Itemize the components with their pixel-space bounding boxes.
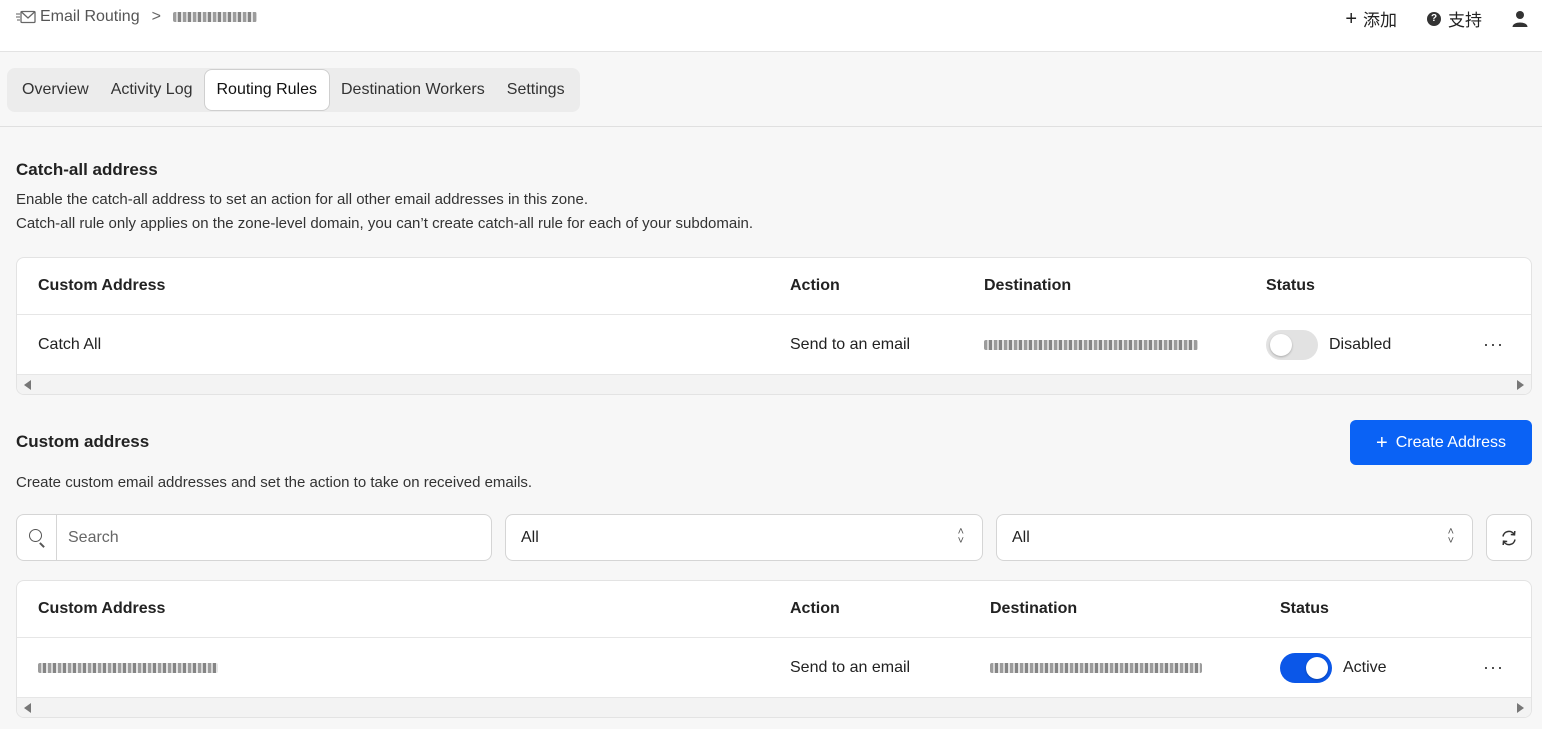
search-input[interactable]	[57, 528, 477, 547]
catch-all-table: Custom Address Action Destination Status…	[16, 257, 1532, 395]
tab-settings[interactable]: Settings	[496, 71, 576, 109]
tab-destination-workers[interactable]: Destination Workers	[330, 71, 496, 109]
action-filter-select[interactable]: All ˄ ˅	[505, 514, 983, 561]
catch-all-toggle[interactable]	[1266, 329, 1318, 360]
plus-icon: +	[1345, 7, 1357, 30]
tab-routing-rules[interactable]: Routing Rules	[203, 69, 330, 111]
table-row: Catch All Send to an email Disabled ···	[17, 315, 1531, 375]
top-bar: Email Routing > + 添加 ? 支持	[0, 0, 1542, 52]
plus-icon: +	[1376, 431, 1388, 454]
horizontal-scrollbar[interactable]	[17, 698, 1531, 717]
column-header-custom-address: Custom Address	[38, 277, 166, 294]
add-button[interactable]: + 添加	[1345, 6, 1397, 31]
search-box	[16, 514, 492, 561]
table-header-row: Custom Address Action Destination Status	[17, 258, 1531, 315]
column-header-status: Status	[1266, 277, 1315, 294]
breadcrumb-email-routing[interactable]: Email Routing	[40, 8, 140, 26]
toggle-knob	[1270, 333, 1292, 356]
catch-all-more-button[interactable]: ···	[1483, 315, 1504, 374]
refresh-icon	[1502, 530, 1516, 545]
column-header-custom-address: Custom Address	[38, 600, 166, 617]
custom-address-table: Custom Address Action Destination Status…	[16, 580, 1532, 718]
breadcrumb: Email Routing >	[16, 8, 257, 26]
custom-address-destination-redacted	[990, 638, 1202, 697]
scroll-left-arrow-icon[interactable]	[24, 380, 31, 390]
search-icon	[17, 515, 57, 560]
catch-all-description-1: Enable the catch-all address to set an a…	[16, 191, 588, 208]
create-address-label: Create Address	[1395, 433, 1506, 451]
custom-address-title: Custom address	[16, 432, 150, 451]
more-horizontal-icon: ···	[1483, 334, 1504, 354]
custom-address-description: Create custom email addresses and set th…	[16, 474, 533, 491]
catch-all-status: Disabled	[1266, 315, 1391, 374]
column-header-destination: Destination	[990, 600, 1078, 617]
horizontal-scrollbar[interactable]	[17, 375, 1531, 394]
mail-icon	[16, 10, 36, 24]
scroll-right-arrow-icon[interactable]	[1517, 380, 1524, 390]
catch-all-address: Catch All	[38, 335, 102, 353]
support-label: 支持	[1448, 11, 1482, 30]
more-horizontal-icon: ···	[1483, 657, 1504, 677]
scroll-right-arrow-icon[interactable]	[1517, 703, 1524, 713]
column-header-destination: Destination	[984, 277, 1072, 294]
custom-address-more-button[interactable]: ···	[1483, 638, 1504, 697]
user-icon	[1512, 10, 1528, 27]
catch-all-title: Catch-all address	[16, 160, 158, 179]
refresh-button[interactable]	[1486, 514, 1532, 561]
help-icon: ?	[1427, 11, 1441, 26]
chevron-up-down-icon: ˄ ˅	[1447, 526, 1454, 547]
custom-address-status: Active	[1280, 638, 1387, 697]
support-button[interactable]: ? 支持	[1427, 6, 1482, 31]
breadcrumb-domain-redacted[interactable]	[172, 12, 257, 22]
custom-address-value-redacted	[38, 638, 218, 697]
status-filter-value: All	[1012, 528, 1030, 546]
catch-all-description-2: Catch-all rule only applies on the zone-…	[16, 215, 754, 232]
add-label: 添加	[1363, 11, 1397, 30]
tab-activity-log[interactable]: Activity Log	[100, 71, 204, 109]
user-menu-button[interactable]	[1512, 10, 1528, 28]
column-header-status: Status	[1280, 600, 1329, 617]
top-actions: + 添加 ? 支持	[1315, 6, 1528, 31]
column-header-action: Action	[790, 600, 840, 617]
toggle-knob	[1306, 656, 1328, 679]
status-filter-select[interactable]: All ˄ ˅	[996, 514, 1473, 561]
chevron-up-down-icon: ˄ ˅	[957, 526, 964, 547]
column-header-action: Action	[790, 277, 840, 294]
action-filter-value: All	[521, 528, 539, 546]
tab-overview[interactable]: Overview	[11, 71, 100, 109]
catch-all-action: Send to an email	[790, 335, 911, 353]
table-header-row: Custom Address Action Destination Status	[17, 581, 1531, 638]
scroll-left-arrow-icon[interactable]	[24, 703, 31, 713]
tab-bar: Overview Activity Log Routing Rules Dest…	[7, 68, 580, 112]
tabs-divider	[0, 126, 1542, 127]
custom-address-action: Send to an email	[790, 658, 911, 676]
table-row: Send to an email Active ···	[17, 638, 1531, 698]
create-address-button[interactable]: + Create Address	[1350, 420, 1532, 465]
breadcrumb-separator: >	[151, 8, 161, 25]
custom-address-status-label: Active	[1343, 658, 1387, 676]
catch-all-destination-redacted	[984, 315, 1198, 374]
custom-address-toggle[interactable]	[1280, 652, 1332, 683]
catch-all-status-label: Disabled	[1329, 335, 1392, 353]
